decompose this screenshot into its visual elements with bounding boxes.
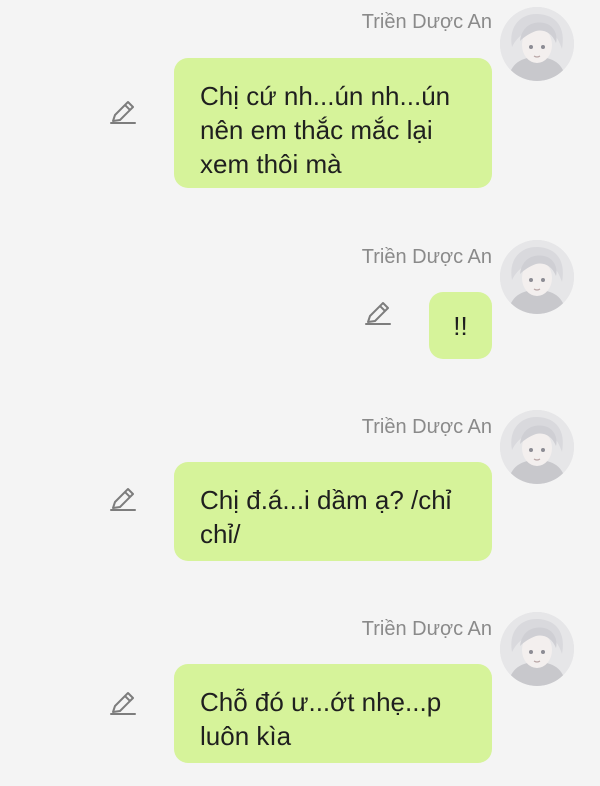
pencil-icon[interactable] xyxy=(108,484,138,514)
pencil-icon[interactable] xyxy=(363,298,393,328)
sender-name: Triền Dược An xyxy=(361,246,492,268)
avatar[interactable] xyxy=(500,7,574,81)
pencil-icon[interactable] xyxy=(108,688,138,718)
message-bubble[interactable]: Chỗ đó ư...ớt nhẹ...p luôn kìa xyxy=(174,664,492,763)
sender-name: Triền Dược An xyxy=(361,416,492,438)
message-bubble[interactable]: Chị đ.á...i dầm ạ? /chỉ chỉ/ xyxy=(174,462,492,561)
avatar[interactable] xyxy=(500,240,574,314)
avatar[interactable] xyxy=(500,410,574,484)
message-bubble[interactable]: !! xyxy=(429,292,492,359)
sender-name: Triền Dược An xyxy=(361,618,492,640)
message-bubble[interactable]: Chị cứ nh...ún nh...ún nên em thắc mắc l… xyxy=(174,58,492,188)
avatar[interactable] xyxy=(500,612,574,686)
pencil-icon[interactable] xyxy=(108,97,138,127)
sender-name: Triền Dược An xyxy=(361,11,492,33)
